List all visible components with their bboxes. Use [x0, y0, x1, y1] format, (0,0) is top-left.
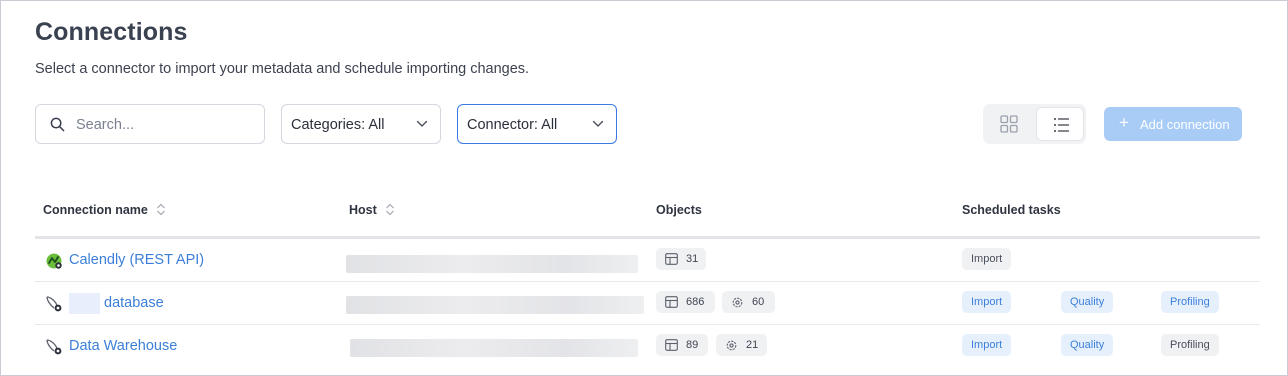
search-icon [50, 117, 65, 132]
checks-count-chip: 60 [722, 291, 775, 313]
column-header-host[interactable]: Host [349, 203, 395, 217]
host-redacted [346, 296, 644, 314]
plus-icon: + [1119, 113, 1129, 132]
gear-icon [732, 297, 743, 308]
column-header-objects: Objects [656, 203, 702, 217]
table-icon [665, 296, 678, 308]
tables-count: 686 [686, 296, 705, 308]
list-view-button[interactable] [1036, 107, 1084, 141]
chevron-down-icon [416, 120, 428, 127]
task-badge-profiling[interactable]: Profiling [1161, 291, 1219, 313]
page-subtitle: Select a connector to import your metada… [35, 61, 530, 77]
page-title: Connections [35, 18, 188, 46]
connector-dropdown[interactable]: Connector: All [457, 104, 617, 144]
tables-count-chip: 89 [656, 334, 708, 356]
db-connector-icon [46, 296, 62, 312]
grid-view-button[interactable] [985, 107, 1033, 141]
column-header-label: Connection name [43, 203, 148, 217]
calendly-connector-icon [46, 253, 62, 269]
search-box[interactable] [35, 104, 265, 144]
checks-count: 60 [752, 296, 765, 308]
grid-icon [1000, 115, 1018, 133]
categories-dropdown[interactable]: Categories: All [281, 104, 441, 144]
tables-count-chip: 686 [656, 291, 715, 313]
connector-dropdown-label: Connector: All [467, 117, 558, 133]
sort-icon [157, 203, 166, 216]
name-redacted [69, 293, 100, 314]
column-header-label: Host [349, 203, 377, 217]
table-row[interactable]: Data Warehouse 89 21 Import Quality Prof… [0, 325, 1288, 368]
column-header-scheduled-tasks: Scheduled tasks [962, 203, 1061, 217]
table-row[interactable]: database 686 60 Import Quality Profiling [0, 282, 1288, 325]
task-badge-quality[interactable]: Quality [1061, 334, 1114, 356]
task-badge-import[interactable]: Import [962, 248, 1012, 270]
view-toggle [983, 104, 1086, 144]
table-icon [665, 339, 678, 351]
column-header-connection-name[interactable]: Connection name [43, 203, 166, 217]
connection-name-link[interactable]: Data Warehouse [69, 338, 177, 354]
db-connector-icon [46, 339, 62, 355]
connection-name-link[interactable]: Calendly (REST API) [69, 252, 204, 268]
search-input[interactable] [76, 114, 256, 136]
task-badge-quality[interactable]: Quality [1061, 291, 1114, 313]
table-row[interactable]: Calendly (REST API) 31 Import [0, 239, 1288, 282]
sort-icon [386, 203, 395, 216]
add-connection-button[interactable]: + Add connection [1104, 107, 1242, 141]
host-redacted [346, 255, 638, 273]
table-icon [665, 253, 678, 265]
tables-count: 89 [686, 339, 699, 351]
tables-count-chip: 31 [656, 248, 706, 270]
host-redacted [350, 339, 638, 357]
task-badge-import[interactable]: Import [962, 334, 1012, 356]
tables-count: 31 [686, 253, 699, 265]
chevron-down-icon [592, 120, 604, 127]
task-badge-import[interactable]: Import [962, 291, 1012, 313]
checks-count: 21 [746, 339, 759, 351]
checks-count-chip: 21 [716, 334, 767, 356]
connection-name-link[interactable]: database [104, 295, 164, 311]
add-connection-label: Add connection [1140, 117, 1230, 132]
categories-dropdown-label: Categories: All [291, 117, 385, 133]
list-icon [1054, 118, 1070, 132]
gear-icon [726, 340, 737, 351]
task-badge-profiling[interactable]: Profiling [1161, 334, 1219, 356]
